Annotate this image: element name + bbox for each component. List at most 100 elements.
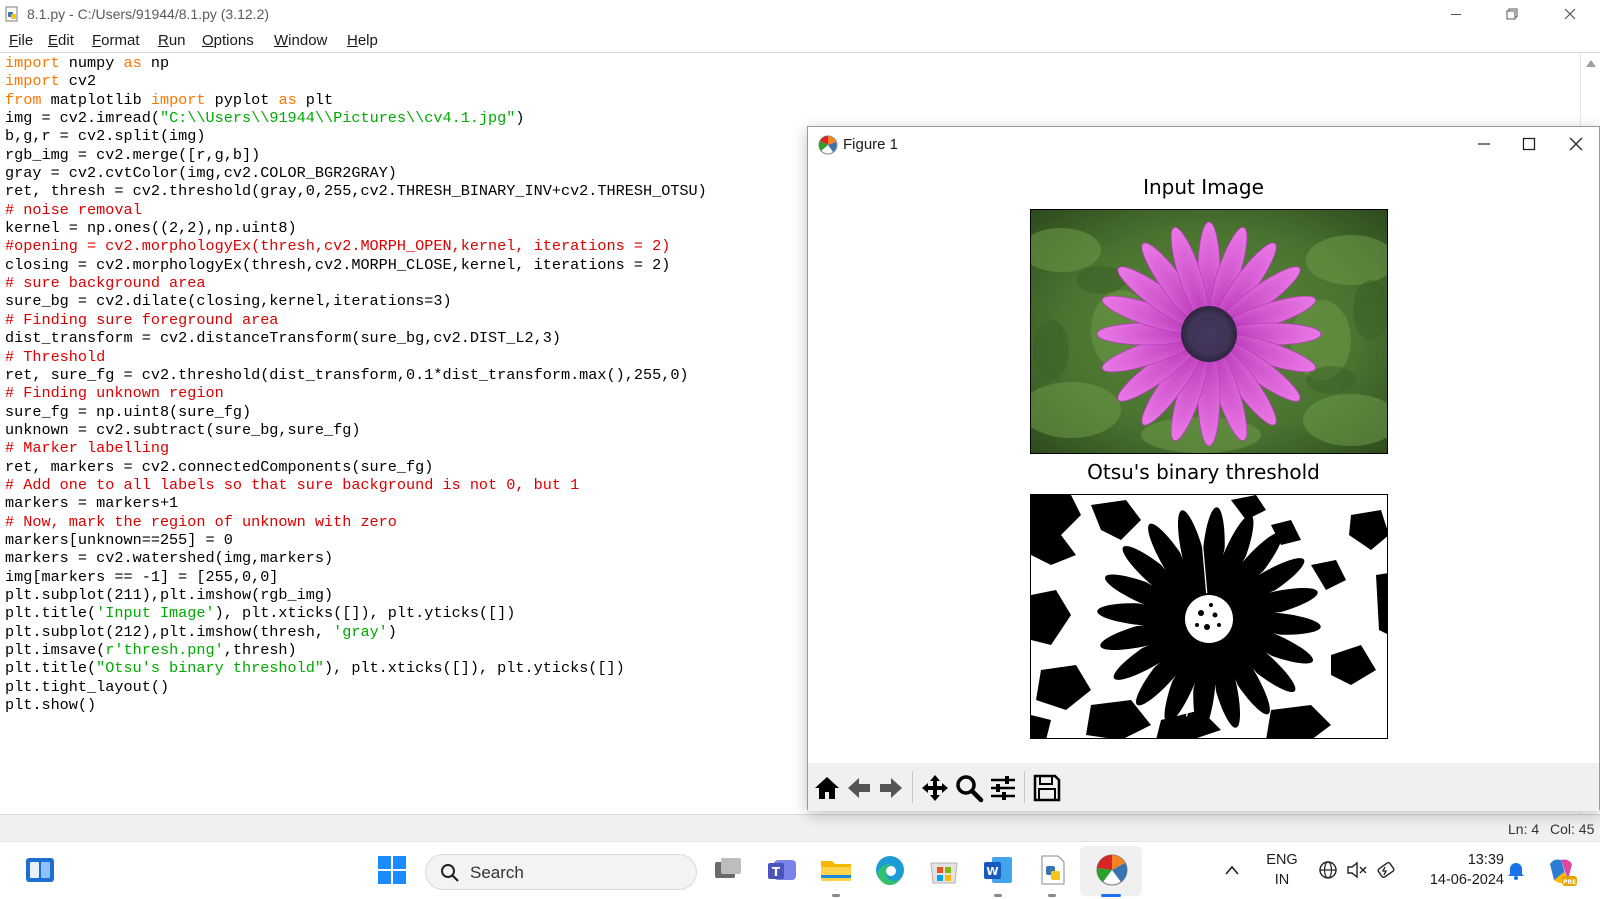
microsoft-store-icon[interactable] — [926, 852, 962, 888]
code-line[interactable]: markers = markers+1 — [5, 494, 707, 512]
taskbar-search-box[interactable]: Search — [425, 854, 697, 890]
edge-browser-icon[interactable] — [872, 852, 908, 888]
status-bar: Ln: 4 Col: 45 — [0, 814, 1600, 841]
figure-minimize-button[interactable] — [1462, 127, 1508, 163]
figure-maximize-button[interactable] — [1507, 127, 1553, 163]
windows-start-icon[interactable] — [374, 852, 410, 888]
python-idle-icon[interactable] — [1034, 852, 1070, 888]
widgets-icon[interactable] — [22, 852, 58, 888]
save-floppy-icon[interactable] — [1032, 773, 1062, 803]
code-token: plt.subplot(211),plt.imshow(rgb_img) — [5, 585, 334, 604]
home-icon[interactable] — [812, 773, 842, 803]
language-top[interactable]: ENG — [1264, 852, 1300, 868]
code-line[interactable]: #opening = cv2.morphologyEx(thresh,cv2.M… — [5, 237, 707, 255]
figure-titlebar[interactable]: Figure 1 — [808, 127, 1599, 163]
code-line[interactable]: ret, thresh = cv2.threshold(gray,0,255,c… — [5, 182, 707, 200]
scroll-up-icon[interactable] — [1586, 60, 1596, 67]
window-title: 8.1.py - C:/Users/91944/8.1.py (3.12.2) — [27, 6, 270, 22]
code-line[interactable]: # Threshold — [5, 348, 707, 366]
figure-close-button[interactable] — [1554, 127, 1600, 163]
forward-arrow-icon[interactable] — [876, 773, 906, 803]
code-line[interactable]: plt.show() — [5, 696, 707, 714]
code-line[interactable]: img = cv2.imread("C:\\Users\\91944\\Pict… — [5, 109, 707, 127]
task-view-icon[interactable] — [710, 852, 746, 888]
code-line[interactable]: kernel = np.ones((2,2),np.uint8) — [5, 219, 707, 237]
code-line[interactable]: unknown = cv2.subtract(sure_bg,sure_fg) — [5, 421, 707, 439]
code-text[interactable]: import numpy as np import cv2 from matplot… — [5, 54, 707, 714]
plot1-title: Input Image — [1143, 175, 1264, 199]
clock-date[interactable]: 14-06-2024 — [1414, 872, 1504, 888]
code-line[interactable]: # Now, mark the region of unknown with z… — [5, 513, 707, 531]
figure-window[interactable]: Figure 1 Input Image Otsu's binary thres… — [807, 126, 1600, 811]
back-arrow-icon[interactable] — [844, 773, 874, 803]
close-icon — [1569, 137, 1583, 151]
menu-file[interactable]: File — [9, 32, 33, 49]
menu-window[interactable]: Window — [274, 32, 327, 49]
code-line[interactable]: from matplotlib import pyplot as plt — [5, 91, 707, 109]
code-token: ret, thresh = cv2.threshold(gray,0,255,c… — [5, 182, 707, 201]
windows-taskbar: Search T W ENG IN 13:39 14-06-2024 PRE — [0, 841, 1600, 899]
teams-icon[interactable]: T — [764, 852, 800, 888]
menu-run[interactable]: Run — [158, 32, 186, 49]
code-token: plt.imsave( — [5, 641, 106, 659]
notification-bell-icon[interactable] — [1505, 859, 1527, 881]
code-line[interactable]: import cv2 — [5, 72, 707, 90]
configure-subplots-icon[interactable] — [988, 773, 1018, 803]
language-bottom[interactable]: IN — [1264, 872, 1300, 888]
code-line[interactable]: dist_transform = cv2.distanceTransform(s… — [5, 329, 707, 347]
code-token: ) — [515, 109, 525, 128]
code-token: cv2 — [59, 72, 97, 91]
clock-time[interactable]: 13:39 — [1414, 852, 1504, 868]
code-line[interactable]: gray = cv2.cvtColor(img,cv2.COLOR_BGR2GR… — [5, 164, 707, 182]
globe-network-icon[interactable] — [1318, 860, 1338, 880]
code-line[interactable]: ret, markers = cv2.connectedComponents(s… — [5, 458, 707, 476]
restore-button[interactable] — [1484, 0, 1540, 29]
menu-edit[interactable]: Edit — [48, 32, 74, 49]
svg-text:PRE: PRE — [1563, 879, 1576, 886]
menu-help[interactable]: Help — [347, 32, 378, 49]
code-line[interactable]: img[markers == -1] = [255,0,0] — [5, 568, 707, 586]
code-line[interactable]: plt.title("Otsu's binary threshold"), pl… — [5, 659, 707, 677]
code-line[interactable]: # Finding sure foreground area — [5, 311, 707, 329]
code-token: as — [123, 54, 142, 72]
code-line[interactable]: plt.subplot(211),plt.imshow(rgb_img) — [5, 586, 707, 604]
code-line[interactable]: sure_bg = cv2.dilate(closing,kernel,iter… — [5, 292, 707, 310]
speaker-muted-icon[interactable] — [1346, 860, 1368, 880]
word-icon[interactable]: W — [980, 852, 1016, 888]
code-line[interactable]: markers = cv2.watershed(img,markers) — [5, 549, 707, 567]
code-line[interactable]: plt.subplot(212),plt.imshow(thresh, 'gra… — [5, 623, 707, 641]
code-line[interactable]: b,g,r = cv2.split(img) — [5, 127, 707, 145]
code-token: markers[unknown==255] = 0 — [5, 530, 233, 549]
pan-move-icon[interactable] — [920, 773, 950, 803]
input-image-axes[interactable] — [1030, 209, 1388, 454]
code-line[interactable]: closing = cv2.morphologyEx(thresh,cv2.MO… — [5, 256, 707, 274]
code-line[interactable]: # Add one to all labels so that sure bac… — [5, 476, 707, 494]
file-explorer-icon[interactable] — [818, 852, 854, 888]
code-line[interactable]: # Marker labelling — [5, 439, 707, 457]
code-line[interactable]: sure_fg = np.uint8(sure_fg) — [5, 403, 707, 421]
code-line[interactable]: # sure background area — [5, 274, 707, 292]
close-button[interactable] — [1542, 0, 1598, 29]
code-line[interactable]: plt.imsave(r'thresh.png',thresh) — [5, 641, 707, 659]
matplotlib-figure-icon[interactable] — [1094, 852, 1130, 888]
code-line[interactable]: plt.title('Input Image'), plt.xticks([])… — [5, 604, 707, 622]
copilot-icon[interactable]: PRE — [1544, 854, 1578, 888]
code-token: img[markers == -1] = [255,0,0] — [5, 567, 279, 586]
code-line[interactable]: ret, sure_fg = cv2.threshold(dist_transf… — [5, 366, 707, 384]
code-line[interactable]: rgb_img = cv2.merge([r,g,b]) — [5, 146, 707, 164]
code-token: "C:\\Users\\91944\\Pictures\\cv4.1.jpg" — [159, 109, 516, 128]
battery-charging-icon[interactable] — [1376, 859, 1398, 881]
menu-options[interactable]: Options — [202, 32, 254, 49]
code-line[interactable]: import numpy as np — [5, 54, 707, 72]
code-line[interactable]: plt.tight_layout() — [5, 678, 707, 696]
menu-format[interactable]: Format — [92, 32, 140, 49]
zoom-magnifier-icon[interactable] — [954, 773, 984, 803]
code-line[interactable]: # Finding unknown region — [5, 384, 707, 402]
binary-center — [1185, 595, 1233, 643]
chevron-up-icon[interactable] — [1224, 864, 1240, 876]
minimize-button[interactable] — [1428, 0, 1484, 29]
code-line[interactable]: # noise removal — [5, 201, 707, 219]
code-token: # noise removal — [5, 200, 142, 219]
code-line[interactable]: markers[unknown==255] = 0 — [5, 531, 707, 549]
threshold-image-axes[interactable] — [1030, 494, 1388, 739]
